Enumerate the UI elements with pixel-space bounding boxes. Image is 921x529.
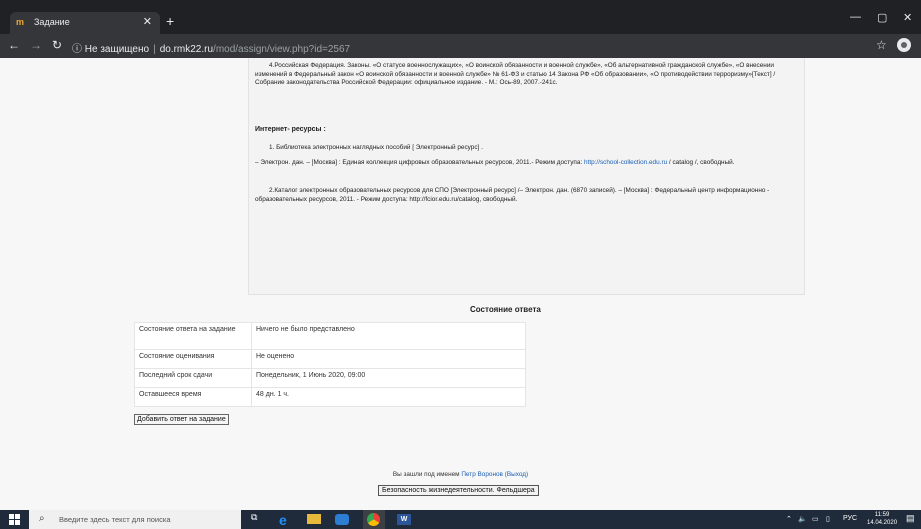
- windows-start-icon[interactable]: [9, 514, 20, 525]
- table-row: Состояние ответа на задание Ничего не бы…: [134, 322, 526, 350]
- course-home-button[interactable]: Безопасность жизнедеятельности. Фельдшер…: [378, 485, 539, 496]
- submission-status-table: Состояние ответа на задание Ничего не бы…: [134, 322, 526, 407]
- reference-paragraph: 4.Российская Федерация. Законы. «О стату…: [255, 62, 776, 86]
- edge-browser-icon[interactable]: e: [279, 512, 293, 528]
- resource-item-1-prefix: – Электрон. дан. – [Москва] : Единая кол…: [255, 159, 583, 166]
- status-value: Не оценено: [251, 349, 526, 369]
- url-separator: |: [153, 44, 156, 55]
- tab-title: Задание: [34, 17, 70, 27]
- status-value: Ничего не было представлено: [251, 322, 526, 350]
- taskbar-search[interactable]: ⌕ Введите здесь текст для поиска: [29, 510, 241, 529]
- volume-icon[interactable]: 🔈: [798, 515, 807, 523]
- network-icon[interactable]: ▭: [812, 515, 819, 523]
- clock-date: 14.04.2020: [867, 520, 898, 526]
- user-profile-link[interactable]: Петр Воронов: [461, 471, 503, 478]
- resource-item-2: 2.Каталог электронных образовательных ре…: [255, 187, 770, 203]
- new-tab-icon[interactable]: +: [166, 13, 174, 29]
- url-host: do.rmk22.ru: [159, 44, 214, 55]
- file-explorer-icon[interactable]: [307, 514, 321, 524]
- word-icon[interactable]: W: [397, 514, 411, 525]
- table-row: Оставшееся время 48 дн. 1 ч.: [134, 387, 526, 407]
- clock-time: 11:59: [874, 512, 890, 518]
- browser-tab[interactable]: m Задание ✕: [10, 12, 160, 34]
- close-window-icon[interactable]: ✕: [903, 11, 912, 24]
- system-clock[interactable]: 11:59 14.04.2020: [867, 511, 897, 527]
- taskbar-search-placeholder: Введите здесь текст для поиска: [59, 515, 171, 524]
- status-label: Состояние оценивания: [134, 349, 252, 369]
- store-icon[interactable]: [335, 514, 349, 525]
- close-tab-icon[interactable]: ✕: [143, 15, 152, 28]
- status-label: Последний срок сдачи: [134, 368, 252, 388]
- submission-status-title: Состояние ответа: [470, 305, 541, 314]
- table-row: Состояние оценивания Не оценено: [134, 349, 526, 369]
- login-info: Вы зашли под именем Петр Воронов (Выход): [0, 471, 921, 478]
- profile-avatar[interactable]: [897, 38, 911, 52]
- show-hidden-icons-icon[interactable]: ⌃: [786, 515, 792, 523]
- search-icon: ⌕: [39, 513, 45, 524]
- bookmark-star-icon[interactable]: ☆: [876, 38, 887, 52]
- status-label: Оставшееся время: [134, 387, 252, 407]
- table-row: Последний срок сдачи Понедельник, 1 Июнь…: [134, 368, 526, 388]
- url-field[interactable]: ⓘ Не защищено | do.rmk22.ru/mod/assign/vie…: [72, 40, 350, 55]
- status-value: 48 дн. 1 ч.: [251, 387, 526, 407]
- resource-item-1: 1. Библиотека электронных наглядных посо…: [269, 144, 483, 151]
- add-submission-button[interactable]: Добавить ответ на задание: [134, 414, 229, 425]
- school-collection-link[interactable]: http://school-collection.edu.ru: [584, 159, 667, 166]
- moodle-favicon-icon: m: [16, 17, 25, 27]
- security-label: Не защищено: [84, 44, 150, 55]
- task-view-icon[interactable]: ⧉: [251, 512, 265, 526]
- logout-link[interactable]: (Выход): [505, 471, 528, 478]
- assignment-description: 4.Российская Федерация. Законы. «О стату…: [248, 58, 805, 295]
- status-label: Состояние ответа на задание: [134, 322, 252, 350]
- internet-resources-heading: Интернет- ресурсы :: [255, 126, 326, 133]
- chrome-icon[interactable]: [367, 513, 380, 526]
- battery-icon[interactable]: ▯: [826, 515, 830, 523]
- login-prefix: Вы зашли под именем: [392, 471, 460, 478]
- resource-item-1-suffix: / catalog /, свободный.: [668, 159, 735, 166]
- language-indicator[interactable]: РУС: [843, 515, 857, 522]
- forward-icon[interactable]: →: [30, 38, 42, 52]
- status-value: Понедельник, 1 Июнь 2020, 09:00: [251, 368, 526, 388]
- maximize-icon[interactable]: ▢: [877, 11, 887, 24]
- url-path: /mod/assign/view.php?id=2567: [213, 44, 351, 55]
- back-icon[interactable]: ←: [8, 38, 20, 52]
- reload-icon[interactable]: ↻: [52, 38, 62, 52]
- minimize-icon[interactable]: —: [850, 11, 861, 23]
- info-icon: ⓘ: [72, 44, 82, 55]
- resource-item-1-details: – Электрон. дан. – [Москва] : Единая кол…: [255, 159, 795, 168]
- notifications-icon[interactable]: ▤: [906, 513, 915, 524]
